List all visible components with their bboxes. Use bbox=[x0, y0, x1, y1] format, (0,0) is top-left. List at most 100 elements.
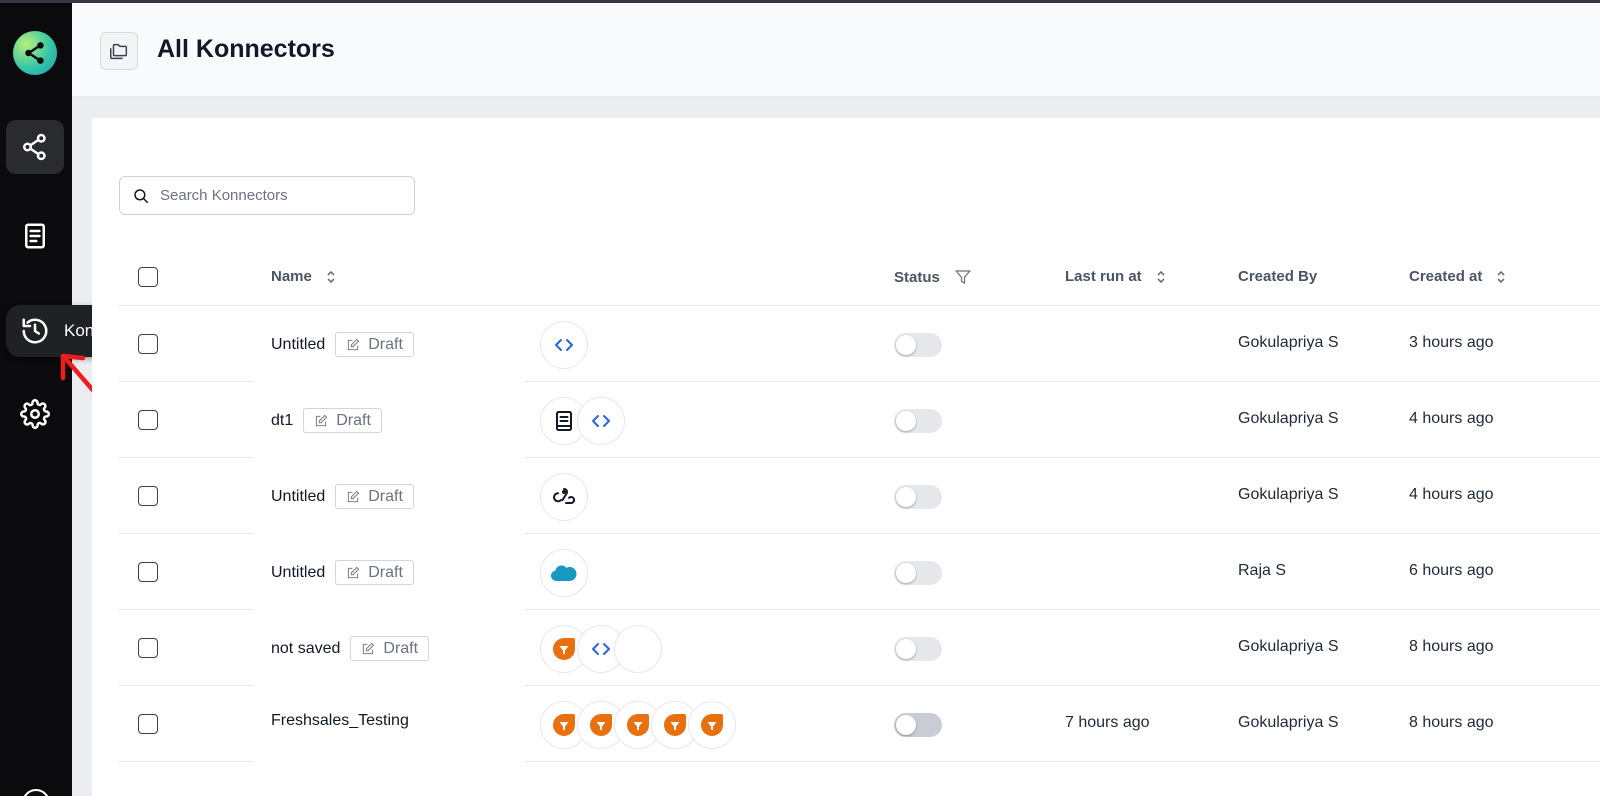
draft-badge: Draft bbox=[335, 484, 414, 509]
created-at-cell: 4 hours ago bbox=[1409, 486, 1494, 503]
konnector-name-cell: Untitled Draft bbox=[271, 332, 414, 357]
konnector-name[interactable]: Untitled bbox=[271, 336, 325, 354]
created-at-cell: 6 hours ago bbox=[1409, 562, 1494, 579]
status-toggle[interactable] bbox=[894, 561, 942, 585]
status-toggle[interactable] bbox=[894, 485, 942, 509]
konnector-name[interactable]: Untitled bbox=[271, 488, 325, 506]
search-input[interactable] bbox=[160, 187, 400, 204]
table-row[interactable]: dt1 Draft Gokulapriya S 4 hours ago bbox=[92, 382, 1600, 458]
row-checkbox[interactable] bbox=[138, 638, 158, 658]
sort-icon[interactable] bbox=[1496, 269, 1506, 285]
konnector-name[interactable]: not saved bbox=[271, 640, 340, 658]
row-checkbox[interactable] bbox=[138, 334, 158, 354]
konnector-name[interactable]: Freshsales_Testing bbox=[271, 712, 409, 730]
draft-label: Draft bbox=[336, 411, 371, 429]
created-by-cell: Raja S bbox=[1238, 562, 1287, 579]
column-label: Last run at bbox=[1065, 268, 1142, 285]
created-at-cell: 8 hours ago bbox=[1409, 638, 1494, 655]
table-row[interactable]: Freshsales_Testing 7 hours ago Gokulapri… bbox=[92, 686, 1600, 762]
draft-label: Draft bbox=[368, 335, 403, 353]
table-row[interactable]: not saved Draft Gokulapriya S 8 hours ag… bbox=[92, 610, 1600, 686]
book-icon bbox=[556, 411, 572, 431]
share-nodes-icon bbox=[23, 133, 46, 161]
table-row[interactable]: Untitled Draft Raja S 6 hours ago bbox=[92, 534, 1600, 610]
app-circle bbox=[540, 321, 588, 369]
folders-button[interactable] bbox=[100, 32, 138, 70]
column-header-name[interactable]: Name bbox=[271, 268, 336, 285]
konnector-name-cell: Untitled Draft bbox=[271, 484, 414, 509]
konnector-name-cell: dt1 Draft bbox=[271, 408, 382, 433]
status-toggle[interactable] bbox=[894, 333, 942, 357]
avatar[interactable] bbox=[22, 789, 50, 796]
created-by-cell: Gokulapriya S bbox=[1238, 638, 1339, 655]
search-box[interactable] bbox=[119, 176, 415, 215]
sidebar-item-templates[interactable] bbox=[6, 209, 64, 263]
konnector-name-cell: not saved Draft bbox=[271, 636, 430, 661]
empty-app-icon bbox=[614, 625, 662, 673]
freshsales-icon bbox=[627, 714, 649, 736]
created-by-cell: Gokulapriya S bbox=[1238, 486, 1339, 503]
code-icon bbox=[555, 339, 573, 351]
column-header-created-at[interactable]: Created at bbox=[1409, 268, 1506, 285]
app-circle bbox=[577, 397, 625, 445]
column-header-last-run[interactable]: Last run at bbox=[1065, 268, 1166, 285]
konnector-name-cell: Freshsales_Testing bbox=[271, 712, 409, 730]
code-icon bbox=[592, 643, 610, 655]
page-header: All Konnectors bbox=[72, 3, 1600, 97]
sort-icon[interactable] bbox=[326, 269, 336, 285]
created-at-cell: 4 hours ago bbox=[1409, 410, 1494, 427]
page-title: All Konnectors bbox=[157, 35, 335, 63]
filter-icon[interactable] bbox=[954, 268, 972, 286]
draft-badge: Draft bbox=[303, 408, 382, 433]
column-header-status[interactable]: Status bbox=[894, 268, 972, 286]
row-checkbox[interactable] bbox=[138, 562, 158, 582]
created-at-cell: 3 hours ago bbox=[1409, 334, 1494, 351]
freshsales-icon bbox=[553, 638, 575, 660]
draft-badge: Draft bbox=[335, 332, 414, 357]
app-logo[interactable] bbox=[13, 31, 57, 75]
draft-label: Draft bbox=[383, 639, 419, 657]
app-icons bbox=[540, 701, 736, 749]
sidebar-item-konnectors[interactable] bbox=[6, 120, 64, 174]
status-toggle[interactable] bbox=[894, 409, 942, 433]
code-icon bbox=[592, 415, 610, 427]
webhook-icon bbox=[553, 488, 576, 505]
edit-icon bbox=[348, 490, 360, 502]
freshsales-icon bbox=[701, 714, 723, 736]
app-icons bbox=[540, 321, 588, 369]
history-icon bbox=[22, 318, 48, 344]
column-label: Created By bbox=[1238, 268, 1318, 285]
row-checkbox[interactable] bbox=[138, 714, 158, 734]
freshsales-icon bbox=[590, 714, 612, 736]
draft-label: Draft bbox=[368, 563, 403, 581]
created-at-cell: 8 hours ago bbox=[1409, 714, 1494, 731]
folders-icon bbox=[110, 43, 128, 60]
row-checkbox[interactable] bbox=[138, 486, 158, 506]
freshsales-icon bbox=[553, 714, 575, 736]
status-toggle[interactable] bbox=[894, 713, 942, 737]
konnectors-card: Name Status Last run at Created By Creat… bbox=[92, 118, 1600, 796]
konnector-name[interactable]: dt1 bbox=[271, 412, 293, 430]
app-icons bbox=[540, 549, 588, 597]
salesforce-icon bbox=[551, 565, 577, 581]
status-toggle[interactable] bbox=[894, 637, 942, 661]
column-label: Created at bbox=[1409, 268, 1483, 285]
table-row[interactable]: Untitled Draft Gokulapriya S 4 hours ago bbox=[92, 458, 1600, 534]
created-by-cell: Gokulapriya S bbox=[1238, 714, 1339, 731]
app-icons bbox=[540, 397, 625, 445]
last-run-cell: 7 hours ago bbox=[1065, 714, 1150, 731]
app-icons bbox=[540, 625, 662, 673]
edit-icon bbox=[348, 566, 360, 578]
app-circle bbox=[540, 473, 588, 521]
edit-icon bbox=[363, 642, 375, 654]
sort-icon[interactable] bbox=[1156, 269, 1166, 285]
app-circle bbox=[688, 701, 736, 749]
row-checkbox[interactable] bbox=[138, 410, 158, 430]
column-header-created-by: Created By bbox=[1238, 268, 1317, 285]
konnector-name[interactable]: Untitled bbox=[271, 564, 325, 582]
document-icon bbox=[25, 223, 45, 249]
select-all-checkbox[interactable] bbox=[138, 267, 158, 287]
draft-badge: Draft bbox=[350, 636, 430, 661]
table-row[interactable]: Untitled Draft Gokulapriya S 3 hours ago bbox=[92, 306, 1600, 382]
draft-label: Draft bbox=[368, 487, 403, 505]
